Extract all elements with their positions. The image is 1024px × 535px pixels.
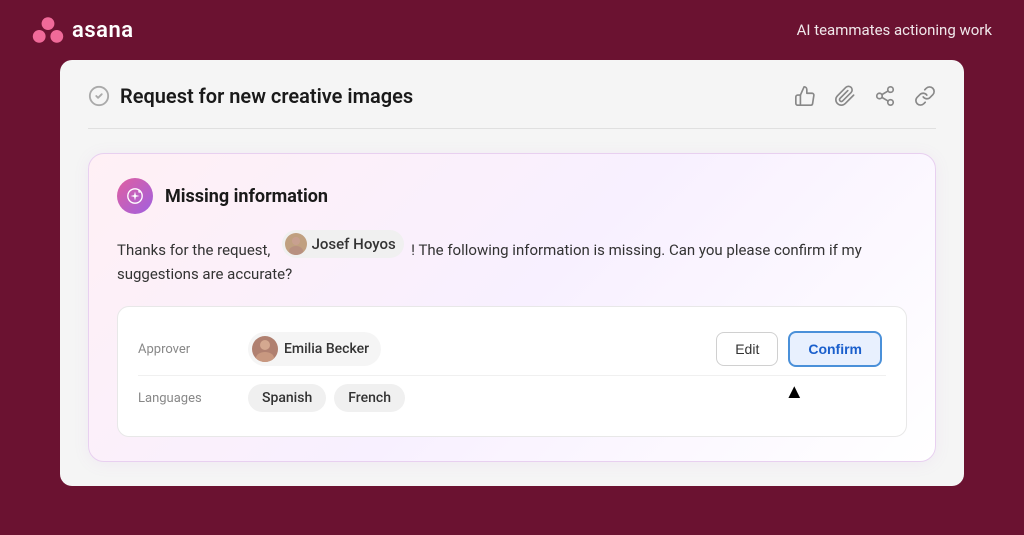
main-content: Request for new creative images (60, 60, 964, 486)
task-header: Request for new creative images (88, 84, 936, 129)
header: asana AI teammates actioning work (0, 0, 1024, 60)
ai-card-header: Missing information (117, 178, 907, 214)
task-check-icon (88, 85, 110, 107)
task-title-area: Request for new creative images (88, 84, 413, 108)
ai-card-title: Missing information (165, 186, 328, 207)
task-title: Request for new creative images (120, 84, 413, 108)
sparkle-icon (126, 187, 144, 205)
edit-button[interactable]: Edit (716, 332, 778, 366)
approver-label: Approver (138, 342, 228, 357)
header-tagline: AI teammates actioning work (797, 21, 992, 39)
ai-card: Missing information Thanks for the reque… (88, 153, 936, 462)
ai-avatar (117, 178, 153, 214)
user-name: Josef Hoyos (312, 232, 396, 256)
confirm-button-wrapper: Confirm ▲ (788, 331, 882, 367)
language-chip-spanish: Spanish (248, 384, 326, 412)
approver-name: Emilia Becker (284, 341, 369, 357)
language-chip-french: French (334, 384, 405, 412)
languages-label: Languages (138, 391, 228, 406)
action-buttons: Edit Confirm ▲ (716, 331, 886, 367)
approver-row: Approver Emilia Becker Edit (138, 323, 886, 375)
confirm-button[interactable]: Confirm (788, 331, 882, 367)
branch-icon[interactable] (874, 85, 896, 107)
logo-area: asana (32, 14, 134, 46)
ai-avatar-icon (125, 186, 145, 206)
attachment-icon[interactable] (834, 85, 856, 107)
user-avatar (285, 233, 307, 255)
task-actions (794, 85, 936, 107)
approver-values: Emilia Becker (248, 332, 696, 366)
user-avatar-icon (285, 233, 307, 255)
link-icon[interactable] (914, 85, 936, 107)
user-mention: Josef Hoyos (282, 230, 404, 258)
ai-card-body: Thanks for the request, Josef Hoyos ! Th… (117, 230, 907, 286)
approver-avatar-icon (252, 336, 278, 362)
approver-chip: Emilia Becker (248, 332, 381, 366)
approver-avatar (252, 336, 278, 362)
languages-row: Languages Spanish French (138, 375, 886, 420)
logo-text: asana (72, 18, 134, 43)
fields-card: Approver Emilia Becker Edit (117, 306, 907, 437)
message-before: Thanks for the request, (117, 241, 270, 259)
language-values: Spanish French (248, 384, 886, 412)
thumbs-up-icon[interactable] (794, 85, 816, 107)
asana-logo-icon (32, 14, 64, 46)
